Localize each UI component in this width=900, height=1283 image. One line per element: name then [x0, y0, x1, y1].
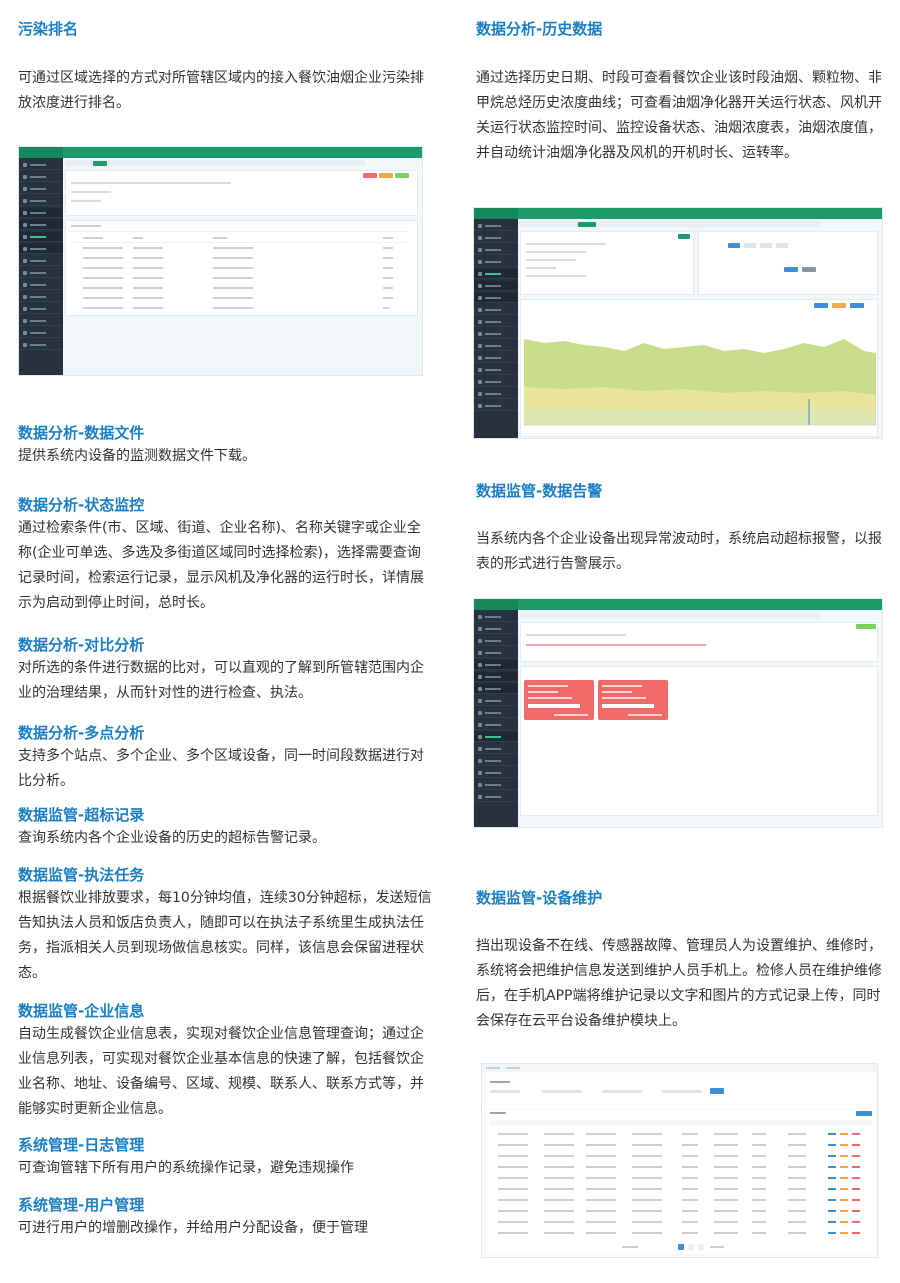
compare-body: 对所选的条件进行数据的比对，可以直观的了解到所管辖范围内企业的治理结果，从而针对…	[18, 660, 424, 701]
history-data-screenshot	[473, 207, 883, 439]
pollution-body: 可通过区域选择的方式对所管辖区域内的接入餐饮油烟企业污染排放浓度进行排名。	[18, 70, 424, 111]
alarm-card[interactable]	[524, 680, 594, 720]
alarm-title: 数据监管-数据告警	[476, 482, 603, 500]
data-alarm-screenshot	[473, 598, 883, 828]
multipoint-title: 数据分析-多点分析	[18, 724, 145, 742]
multipoint-body: 支持多个站点、多个企业、多个区域设备，同一时间段数据进行对比分析。	[18, 748, 424, 789]
status-monitor-body: 通过检索条件(市、区域、街道、企业名称)、名称关键字或企业全称(企业可单选、多选…	[18, 520, 424, 611]
enterprise-title: 数据监管-企业信息	[18, 1002, 145, 1020]
enforce-body: 根据餐饮业排放要求，每10分钟均值，连续30分钟超标，发送短信告知执法人员和饭店…	[18, 890, 432, 981]
maintain-title: 数据监管-设备维护	[476, 889, 603, 907]
device-maintenance-screenshot	[481, 1063, 878, 1258]
maintenance-table-preview	[482, 1064, 877, 1256]
history-body: 通过选择历史日期、时段可查看餐饮企业该时段油烟、颗粒物、非甲烷总烃历史浓度曲线；…	[476, 70, 882, 161]
compare-title: 数据分析-对比分析	[18, 636, 145, 654]
log-body: 可查询管辖下所有用户的系统操作记录，避免违规操作	[18, 1160, 354, 1176]
alarm-body: 当系统内各个企业设备出现异常波动时，系统启动超标报警，以报表的形式进行告警展示。	[476, 531, 882, 572]
history-title: 数据分析-历史数据	[476, 20, 603, 38]
user-body: 可进行用户的增删改操作，并给用户分配设备，便于管理	[18, 1220, 368, 1236]
status-monitor-title: 数据分析-状态监控	[18, 496, 145, 514]
pollution-title: 污染排名	[18, 20, 79, 38]
over-record-body: 查询系统内各个企业设备的历史的超标告警记录。	[18, 830, 326, 846]
log-title: 系统管理-日志管理	[18, 1136, 145, 1154]
alarm-card[interactable]	[598, 680, 668, 720]
history-concentration-chart	[524, 339, 876, 426]
enforce-title: 数据监管-执法任务	[18, 866, 145, 884]
data-file-body: 提供系统内设备的监测数据文件下载。	[18, 448, 256, 464]
user-title: 系统管理-用户管理	[18, 1196, 145, 1214]
pollution-ranking-screenshot	[18, 146, 423, 376]
enterprise-body: 自动生成餐饮企业信息表，实现对餐饮企业信息管理查询；通过企业信息列表，可实现对餐…	[18, 1026, 424, 1117]
over-record-title: 数据监管-超标记录	[18, 806, 145, 824]
maintain-body: 挡出现设备不在线、传感器故障、管理员人为设置维护、维修时，系统将会把维护信息发送…	[476, 938, 882, 1029]
data-file-title: 数据分析-数据文件	[18, 424, 145, 442]
